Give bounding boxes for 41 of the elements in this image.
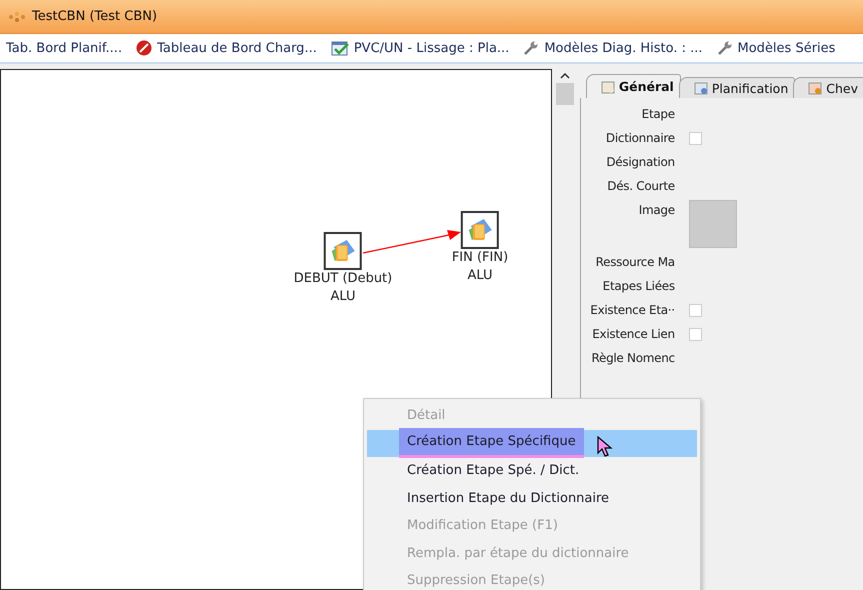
field-label: Etape: [640, 106, 675, 123]
toolbar-tab[interactable]: Tableau de Bord Charg...: [136, 40, 317, 56]
tab-icon: [600, 80, 615, 94]
cursor-icon: [597, 436, 613, 458]
panel-tab[interactable]: Général: [586, 74, 681, 98]
scroll-up-icon[interactable]: [560, 73, 570, 79]
checkbox[interactable]: [688, 304, 702, 316]
panel-tab[interactable]: Chev: [793, 77, 863, 98]
prohibited-icon: [136, 40, 152, 56]
field-label: Existence Lien: [591, 326, 675, 343]
field-label: Règle Nomenc: [590, 350, 675, 367]
toolbar-tab[interactable]: Tab. Bord Planif....: [6, 40, 122, 56]
menu-item[interactable]: Création Etape Spécifique: [367, 430, 697, 457]
scroll-thumb[interactable]: [556, 83, 574, 105]
field-label: Désignation: [605, 154, 675, 171]
field-label: Dictionnaire: [604, 130, 675, 147]
node-box[interactable]: [461, 211, 499, 249]
toolbar-tab[interactable]: Modèles Diag. Histo. : ...: [523, 40, 703, 56]
node-box[interactable]: [324, 232, 362, 270]
checked-calendar-icon: [330, 40, 349, 56]
toolbar-tab[interactable]: PVC/UN - Lissage : Pla...: [330, 40, 510, 56]
node-label: FIN (FIN) ALU: [452, 249, 508, 285]
field-label: Existence Eta··: [589, 302, 675, 319]
field-label: Dés. Courte: [606, 178, 675, 195]
panel-tab[interactable]: Planification: [678, 77, 796, 98]
wrench-icon: [716, 40, 733, 56]
field-label: Ressource Ma: [594, 254, 675, 271]
field-label: Image: [638, 202, 675, 219]
toolbar-tab[interactable]: Modèles Séries: [716, 40, 836, 56]
field-label: Etapes Liées: [602, 278, 675, 295]
checkbox[interactable]: [688, 132, 702, 144]
image-placeholder[interactable]: [688, 200, 737, 248]
checkbox[interactable]: [688, 328, 702, 340]
wrench-icon: [523, 40, 540, 56]
app-icon: [8, 10, 26, 22]
window-title: TestCBN (Test CBN): [32, 9, 158, 24]
tab-icon: [808, 81, 822, 95]
node-label: DEBUT (Debut) ALU: [294, 270, 392, 306]
menu-item[interactable]: Insertion Etape du Dictionnaire: [367, 484, 697, 512]
tab-icon: [694, 81, 708, 95]
menu-item[interactable]: Création Etape Spé. / Dict.: [367, 457, 697, 484]
